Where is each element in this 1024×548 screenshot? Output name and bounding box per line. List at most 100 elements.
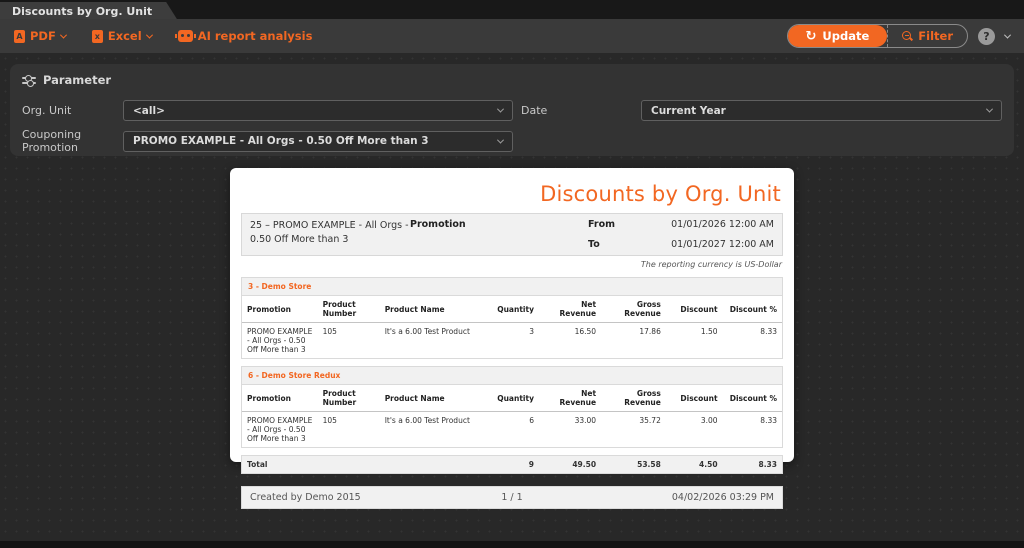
- table-header-row: Promotion Product Number Product Name Qu…: [242, 385, 782, 412]
- section-group-header: 6 - Demo Store Redux: [242, 367, 782, 385]
- table-row: PROMO EXAMPLE - All Orgs - 0.50 Off More…: [242, 323, 782, 359]
- date-label: Date: [521, 104, 548, 117]
- cell-discount-pct: 8.33: [760, 327, 777, 336]
- ai-report-analysis-button[interactable]: AI report analysis: [174, 29, 313, 43]
- col-header-product-number: Product Number: [317, 385, 380, 412]
- magnifier-icon: [902, 31, 912, 41]
- update-filter-group: ↻ Update Filter: [786, 24, 968, 48]
- cell-quantity: 6: [529, 416, 534, 425]
- cell-net-revenue: 16.50: [574, 327, 597, 336]
- org-unit-value: <all>: [133, 104, 165, 117]
- parameter-panel-header: Parameter: [22, 73, 1002, 87]
- cell-discount: 3.00: [700, 416, 718, 425]
- promotion-value: 25 – PROMO EXAMPLE - All Orgs - 0.50 Off…: [250, 220, 409, 246]
- couponing-promotion-select[interactable]: PROMO EXAMPLE - All Orgs - 0.50 Off More…: [123, 130, 513, 152]
- help-button[interactable]: ?: [978, 27, 995, 45]
- cell-gross-revenue: 17.86: [639, 327, 661, 336]
- content-area: Parameter Org. Unit <all> Date Current Y…: [0, 53, 1024, 541]
- col-header-promotion: Promotion: [242, 385, 318, 412]
- to-value: 01/01/2027 12:00 AM: [671, 239, 774, 250]
- total-net-revenue: 49.50: [572, 460, 597, 469]
- chevron-down-icon: [985, 105, 994, 113]
- report-info-box: Promotion 25 – PROMO EXAMPLE - All Orgs …: [241, 213, 783, 256]
- chevron-down-icon: [59, 31, 67, 39]
- refresh-icon: ↻: [805, 28, 817, 44]
- col-header-gross-revenue: Gross Revenue: [601, 385, 666, 412]
- chevron-down-icon: [145, 31, 153, 39]
- cell-promotion: PROMO EXAMPLE - All Orgs - 0.50 Off More…: [247, 327, 313, 354]
- to-label: To: [588, 239, 600, 250]
- robot-icon: [174, 30, 193, 42]
- pdf-export-button[interactable]: A PDF: [14, 29, 67, 43]
- cell-product-name: It's a 6.00 Test Product: [384, 327, 470, 336]
- col-header-promotion: Promotion: [242, 296, 318, 323]
- couponing-promotion-label: Couponing Promotion: [22, 128, 82, 154]
- col-header-gross-revenue: Gross Revenue: [601, 296, 666, 323]
- update-button[interactable]: ↻ Update: [787, 25, 888, 47]
- toolbar: A PDF x Excel AI report analysis ↻ Updat…: [0, 19, 1024, 53]
- col-header-net-revenue: Net Revenue: [538, 296, 602, 323]
- col-header-discount: Discount: [665, 296, 723, 323]
- from-value: 01/01/2026 12:00 AM: [671, 219, 774, 230]
- col-header-discount-pct: Discount %: [722, 385, 782, 412]
- col-header-product-name: Product Name: [379, 385, 483, 412]
- cell-net-revenue: 33.00: [574, 416, 597, 425]
- chevron-down-icon[interactable]: [1003, 31, 1012, 39]
- cell-quantity: 3: [529, 327, 534, 336]
- cell-gross-revenue: 35.72: [639, 416, 661, 425]
- section-table: Promotion Product Number Product Name Qu…: [242, 385, 782, 447]
- total-discount-pct: 8.33: [758, 460, 777, 469]
- bottom-bar: [0, 541, 1024, 548]
- col-header-product-name: Product Name: [379, 296, 483, 323]
- col-header-discount-pct: Discount %: [722, 296, 782, 323]
- cell-product-number: 105: [322, 416, 337, 425]
- from-label: From: [588, 219, 615, 230]
- currency-note: The reporting currency is US-Dollar: [640, 260, 782, 269]
- col-header-product-number: Product Number: [317, 296, 380, 323]
- toolbar-right: ↻ Update Filter ?: [786, 24, 1012, 48]
- filter-button-label: Filter: [918, 29, 953, 43]
- cell-discount: 1.50: [700, 327, 718, 336]
- col-header-discount: Discount: [665, 385, 723, 412]
- date-select[interactable]: Current Year: [641, 100, 1002, 121]
- report-document: Discounts by Org. Unit Promotion 25 – PR…: [230, 168, 794, 509]
- report-total-row: Total 9 49.50 53.58 4.50 8.33: [241, 455, 783, 474]
- col-header-net-revenue: Net Revenue: [538, 385, 602, 412]
- pdf-button-label: PDF: [30, 29, 56, 43]
- total-gross-revenue: 53.58: [637, 460, 661, 469]
- report-footer: Created by Demo 2015 1 / 1 04/02/2026 03…: [241, 486, 783, 509]
- parameter-grid: Org. Unit <all> Date Current Year Coupon…: [22, 100, 1002, 154]
- total-label: Total: [247, 460, 268, 469]
- total-discount: 4.50: [699, 460, 718, 469]
- couponing-promotion-value: PROMO EXAMPLE - All Orgs - 0.50 Off More…: [133, 135, 429, 147]
- cell-product-number: 105: [322, 327, 337, 336]
- parameter-panel: Parameter Org. Unit <all> Date Current Y…: [10, 64, 1014, 156]
- promotion-label: Promotion: [410, 219, 466, 230]
- pdf-file-icon: A: [14, 29, 25, 43]
- section-table: Promotion Product Number Product Name Qu…: [242, 296, 782, 358]
- parameter-panel-title: Parameter: [43, 73, 112, 87]
- ai-button-label: AI report analysis: [197, 29, 313, 43]
- table-header-row: Promotion Product Number Product Name Qu…: [242, 296, 782, 323]
- cell-discount-pct: 8.33: [760, 416, 777, 425]
- filter-button[interactable]: Filter: [887, 25, 967, 47]
- org-unit-label: Org. Unit: [22, 104, 72, 117]
- date-value: Current Year: [651, 104, 726, 117]
- tab-title: Discounts by Org. Unit: [12, 5, 153, 18]
- page-number: 1 / 1: [501, 492, 523, 503]
- cell-product-name: It's a 6.00 Test Product: [384, 416, 470, 425]
- section-group-header: 3 - Demo Store: [242, 278, 782, 296]
- chevron-down-icon: [496, 105, 505, 113]
- excel-export-button[interactable]: x Excel: [91, 29, 153, 43]
- report-section-demo-store: 3 - Demo Store Promotion Product Number …: [241, 277, 783, 359]
- table-row: PROMO EXAMPLE - All Orgs - 0.50 Off More…: [242, 412, 782, 448]
- report-title: Discounts by Org. Unit: [540, 182, 781, 206]
- report-section-demo-store-redux: 6 - Demo Store Redux Promotion Product N…: [241, 366, 783, 448]
- tab-strip: Discounts by Org. Unit: [0, 0, 1024, 19]
- excel-file-icon: x: [91, 29, 103, 43]
- chevron-down-icon: [496, 136, 505, 144]
- sliders-icon: [22, 74, 36, 87]
- org-unit-select[interactable]: <all>: [123, 100, 513, 121]
- col-header-quantity: Quantity: [482, 296, 539, 323]
- cell-promotion: PROMO EXAMPLE - All Orgs - 0.50 Off More…: [247, 416, 313, 443]
